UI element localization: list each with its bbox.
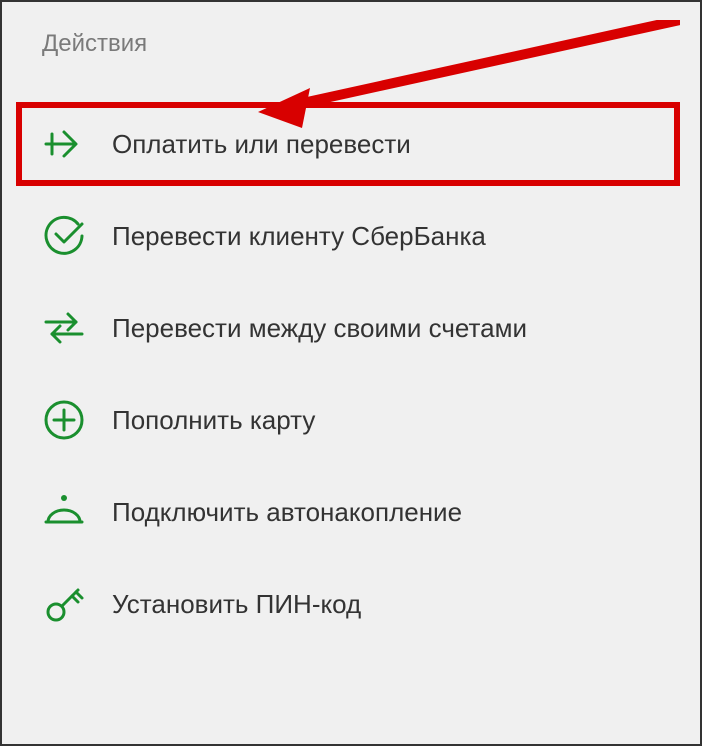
action-label: Подключить автонакопление (112, 497, 462, 528)
action-transfer-own[interactable]: Перевести между своими счетами (2, 282, 700, 374)
action-pay-or-transfer[interactable]: Оплатить или перевести (12, 98, 684, 190)
action-set-pin[interactable]: Установить ПИН-код (2, 558, 700, 650)
action-label: Перевести клиенту СберБанка (112, 221, 486, 252)
action-label: Оплатить или перевести (112, 129, 411, 160)
plus-circle-icon (42, 398, 86, 442)
arrow-right-icon (42, 122, 86, 166)
check-circle-icon (42, 214, 86, 258)
action-label: Пополнить карту (112, 405, 315, 436)
action-list: Оплатить или перевести Перевести клиенту… (2, 98, 700, 650)
action-transfer-sber[interactable]: Перевести клиенту СберБанка (2, 190, 700, 282)
arrows-exchange-icon (42, 306, 86, 350)
piggy-bank-icon (42, 490, 86, 534)
action-label: Установить ПИН-код (112, 589, 361, 620)
action-auto-savings[interactable]: Подключить автонакопление (2, 466, 700, 558)
action-topup-card[interactable]: Пополнить карту (2, 374, 700, 466)
action-label: Перевести между своими счетами (112, 313, 527, 344)
section-title: Действия (42, 30, 700, 58)
actions-panel: Действия Оплатить или перевести (0, 0, 702, 746)
key-icon (42, 582, 86, 626)
